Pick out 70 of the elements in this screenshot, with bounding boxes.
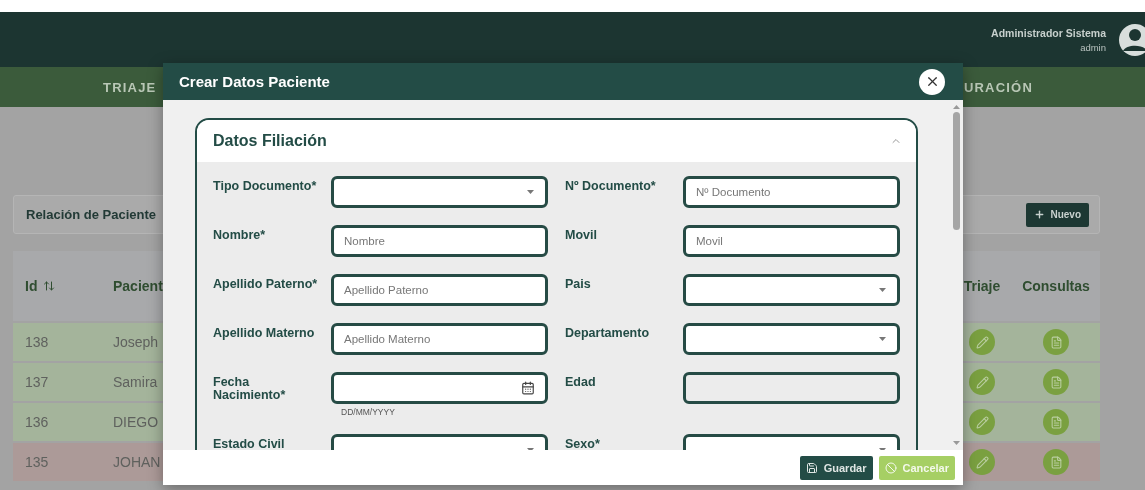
save-button[interactable]: Guardar <box>799 455 873 480</box>
new-button[interactable]: Nuevo <box>1026 202 1089 227</box>
document-icon <box>1049 375 1063 389</box>
user-name: Administrador Sistema <box>991 26 1106 39</box>
document-button[interactable] <box>1043 409 1069 435</box>
field-label: Tipo Documento* <box>213 178 318 193</box>
text-field[interactable]: Nombre <box>331 225 548 257</box>
calendar-icon <box>521 381 535 395</box>
document-icon <box>1049 455 1063 469</box>
avatar-icon[interactable] <box>1118 22 1145 57</box>
field-label: Apellido Paterno* <box>213 276 319 291</box>
document-button[interactable] <box>1043 369 1069 395</box>
pencil-icon <box>975 335 989 349</box>
nav-item[interactable]: URACIÓN <box>963 79 1033 95</box>
table-cell: DIEGO <box>113 414 159 430</box>
text-field[interactable]: Apellido Materno <box>331 323 548 355</box>
table-cell: Joseph <box>113 334 159 350</box>
field-label: Edad <box>565 374 597 389</box>
select-field[interactable] <box>331 176 548 208</box>
pencil-icon <box>975 375 989 389</box>
pencil-icon <box>975 455 989 469</box>
field-label: Nº Documento* <box>565 178 657 193</box>
nav-item[interactable]: TRIAJE <box>103 79 157 95</box>
dropdown-caret-icon <box>878 336 887 342</box>
text-field[interactable]: Nº Documento <box>683 176 900 208</box>
text-field[interactable]: Movil <box>683 225 900 257</box>
plus-icon <box>1034 209 1046 220</box>
edit-button[interactable] <box>969 369 995 395</box>
field-label: Movil <box>565 227 598 242</box>
table-cell: JOHAN <box>113 454 161 470</box>
column-header[interactable]: Triaje <box>963 278 1001 294</box>
table-cell: Samira <box>113 374 158 390</box>
field-label: Estado Civil <box>213 436 286 450</box>
edit-button[interactable] <box>969 449 995 475</box>
section-title: Datos Filiación <box>213 132 327 150</box>
table-cell: 136 <box>25 414 49 430</box>
edit-button[interactable] <box>969 329 995 355</box>
user-login: admin <box>1080 41 1106 53</box>
column-header[interactable]: Pacient <box>113 278 163 294</box>
table-cell: 138 <box>25 334 49 350</box>
modal-title: Crear Datos Paciente <box>179 73 330 90</box>
field-label: Apellido Materno <box>213 325 316 340</box>
field-label: Pais <box>565 276 592 291</box>
sort-icon[interactable] <box>43 280 56 292</box>
scroll-up-icon[interactable] <box>952 104 961 110</box>
document-icon <box>1049 335 1063 349</box>
field-label: Nombre* <box>213 227 267 242</box>
save-icon <box>805 461 818 474</box>
panel-title: Relación de Paciente <box>26 207 157 222</box>
field-label: Fecha Nacimiento* <box>213 374 287 402</box>
scrollbar-thumb[interactable] <box>953 112 960 230</box>
column-header[interactable]: Id <box>25 278 38 294</box>
table-cell: 137 <box>25 374 49 390</box>
field-hint: DD/MM/YYYY <box>341 407 395 417</box>
select-field[interactable] <box>683 323 900 355</box>
column-header[interactable]: Consultas <box>1022 278 1090 294</box>
dropdown-caret-icon <box>878 287 887 293</box>
pencil-icon <box>975 415 989 429</box>
field-label: Departamento <box>565 325 651 340</box>
ban-icon <box>884 461 897 474</box>
document-button[interactable] <box>1043 449 1069 475</box>
select-field[interactable] <box>683 274 900 306</box>
table-cell: 135 <box>25 454 49 470</box>
edit-button[interactable] <box>969 409 995 435</box>
text-field[interactable]: Apellido Paterno <box>331 274 548 306</box>
field-label: Sexo* <box>565 436 601 450</box>
date-field[interactable] <box>331 372 548 404</box>
document-button[interactable] <box>1043 329 1069 355</box>
document-icon <box>1049 415 1063 429</box>
close-button[interactable] <box>919 68 945 95</box>
